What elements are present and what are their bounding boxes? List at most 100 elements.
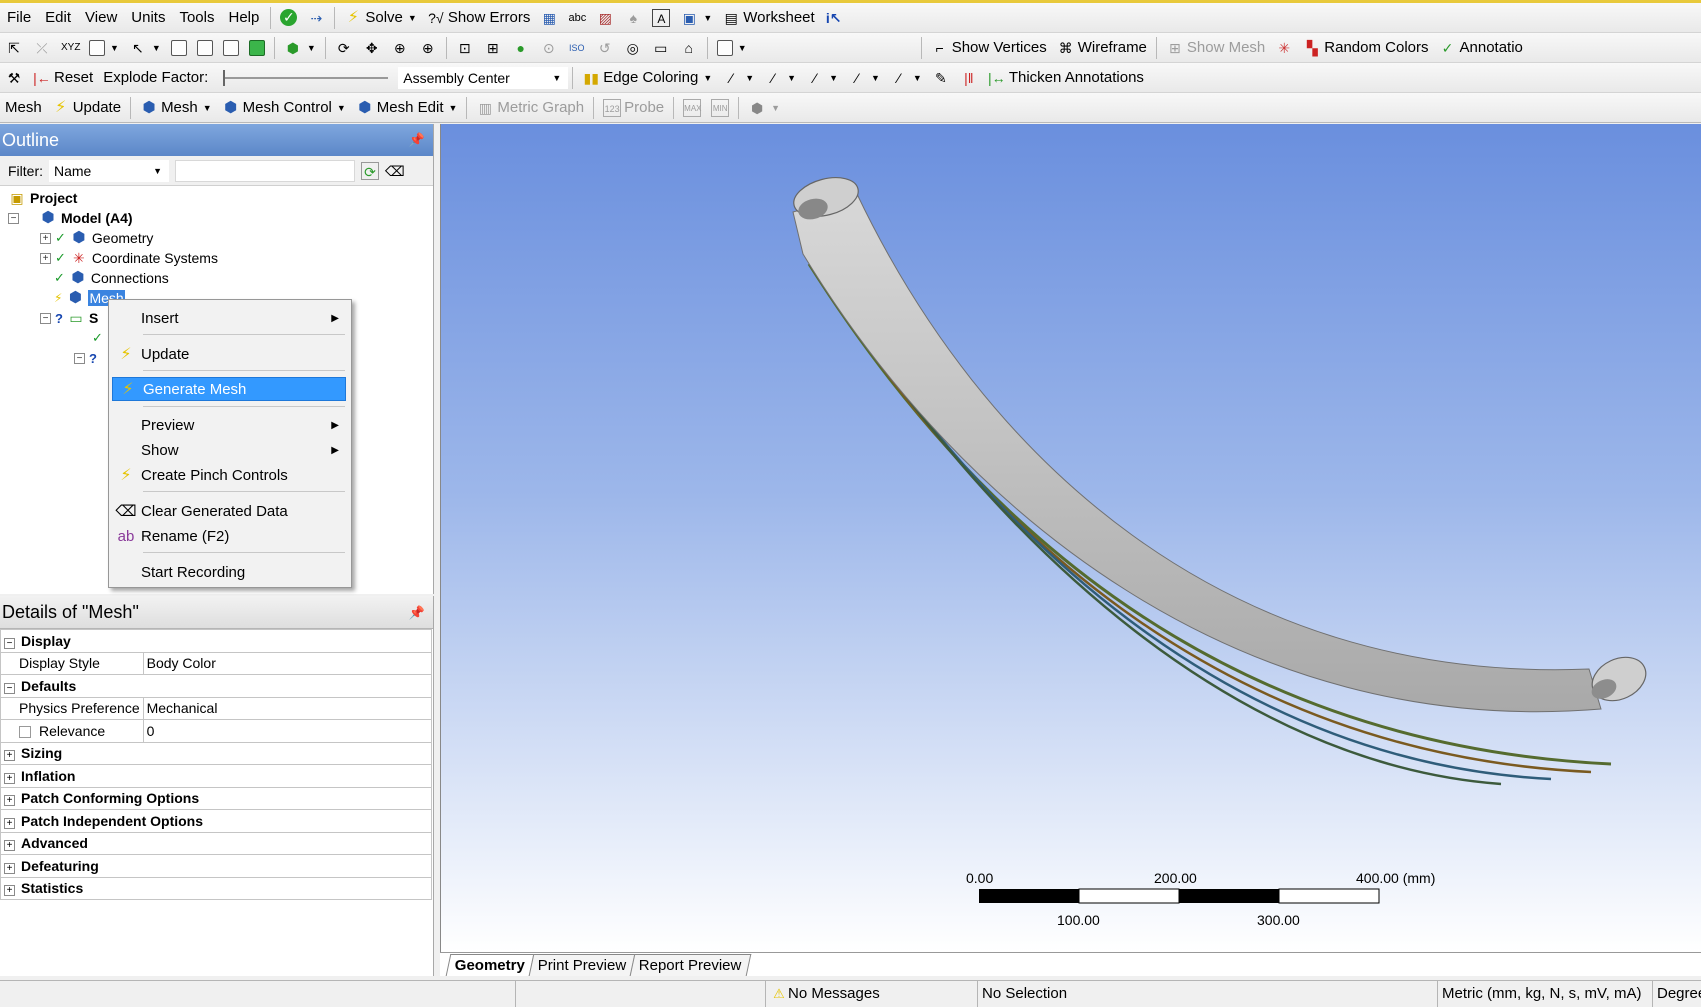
zoom-green-button[interactable]: ●	[507, 36, 535, 60]
dropdown-arrow-icon[interactable]: ▼	[738, 43, 747, 53]
prop-value[interactable]: 0	[142, 719, 433, 743]
zoom-fit-button[interactable]: ⊞	[479, 36, 507, 60]
pin-icon[interactable]: 📌	[409, 124, 425, 156]
magnifier-button[interactable]: ⊙	[535, 36, 563, 60]
dropdown-arrow-icon[interactable]: ▼	[703, 73, 712, 83]
tree-static-structural[interactable]: −? ▭ S	[40, 308, 98, 328]
menu-preview[interactable]: Preview ▶	[111, 413, 347, 437]
filter-select[interactable]: Name ▼	[49, 159, 169, 182]
menu-insert[interactable]: Insert ▶	[111, 306, 347, 330]
expand-icon[interactable]: +	[40, 252, 51, 264]
show-errors-button[interactable]: ?√ Show Errors	[422, 6, 536, 30]
coordinate-button[interactable]: XYZ	[56, 36, 84, 60]
prop-physics-preference[interactable]: Physics Preference Mechanical	[0, 696, 433, 720]
group-advanced[interactable]: + Advanced	[0, 831, 432, 855]
menu-units[interactable]: Units	[124, 9, 172, 26]
probe-button[interactable]: 123 Probe	[598, 96, 669, 120]
pin-icon[interactable]: 📌	[409, 596, 425, 629]
group-inflation[interactable]: + Inflation	[0, 764, 432, 788]
prop-value[interactable]: Body Color	[142, 651, 433, 675]
tree-geometry[interactable]: + ✓ ⬢ Geometry	[40, 228, 153, 248]
explode-factor-slider[interactable]	[223, 69, 389, 86]
tree-model[interactable]: − ⬢ Model (A4)	[8, 208, 133, 228]
group-display[interactable]: − Display	[0, 629, 432, 653]
group-statistics[interactable]: + Statistics	[0, 876, 432, 900]
metric-graph-button[interactable]: ▥ Metric Graph	[471, 96, 589, 120]
vertex-select-button[interactable]: ↖ ▼	[124, 36, 166, 60]
group-sizing[interactable]: + Sizing	[0, 741, 432, 765]
dropdown-arrow-icon[interactable]: ▼	[787, 73, 796, 83]
edge-style-x-button[interactable]: ⁄ ▼	[885, 66, 927, 90]
tree-coordinate-systems[interactable]: + ✓ ✳ Coordinate Systems	[40, 248, 218, 268]
face-select-button[interactable]	[192, 36, 218, 60]
expand-icon[interactable]: +	[4, 817, 15, 829]
tab-print-preview[interactable]: Print Preview	[528, 954, 636, 976]
select-type-button[interactable]: ▼	[84, 36, 124, 60]
prop-value[interactable]: Mechanical	[142, 696, 433, 720]
thicken-annotations-button[interactable]: |↔ Thicken Annotations	[983, 66, 1149, 90]
wireframe-button[interactable]: ⌘ Wireframe	[1052, 36, 1152, 60]
extend-button[interactable]: ⬢ ▼	[279, 36, 321, 60]
dropdown-arrow-icon[interactable]: ▼	[110, 43, 119, 53]
body-select-button[interactable]	[218, 36, 244, 60]
random-colors-button[interactable]: ▚ Random Colors	[1298, 36, 1433, 60]
expand-icon[interactable]: +	[40, 232, 51, 244]
text-button[interactable]: A	[647, 6, 675, 30]
group-defeaturing[interactable]: + Defeaturing	[0, 854, 432, 878]
zoom-button[interactable]: ⊕	[386, 36, 414, 60]
menu-update[interactable]: ⚡ Update	[111, 342, 347, 366]
status-units[interactable]: Metric (mm, kg, N, s, mV, mA)	[1437, 981, 1652, 1007]
menu-rename[interactable]: ab Rename (F2)	[111, 524, 347, 548]
edge-style-0-button[interactable]: ⁄ ▼	[717, 66, 759, 90]
menu-generate-mesh[interactable]: ⚡ Generate Mesh	[112, 377, 346, 401]
assembly-center-select[interactable]: Assembly Center ▼	[398, 66, 569, 89]
body-select-green-button[interactable]	[244, 36, 270, 60]
update-button[interactable]: ⚡ Update	[47, 96, 126, 120]
edge-style-1-button[interactable]: ⁄ ▼	[759, 66, 801, 90]
tree-connections[interactable]: ✓ ⬢ Connections	[54, 268, 169, 288]
mesh-edit-button[interactable]: ⬢ Mesh Edit ▼	[351, 96, 463, 120]
iso-button[interactable]: ISO	[563, 36, 591, 60]
point-button[interactable]: ⤫	[28, 36, 56, 60]
collapse-icon[interactable]: −	[74, 352, 85, 364]
dropdown-arrow-icon[interactable]: ▼	[745, 73, 754, 83]
show-mesh-button[interactable]: ⊞ Show Mesh	[1161, 36, 1270, 60]
clear-filter-icon[interactable]: ⌫	[385, 162, 405, 180]
select-mode-button[interactable]: ⇱	[0, 36, 28, 60]
mesh-control-button[interactable]: ⬢ Mesh Control ▼	[217, 96, 351, 120]
zoom-in-button[interactable]: ⊕	[414, 36, 442, 60]
mesh-display-button[interactable]: ⬢ ▼	[743, 96, 785, 120]
tree-project[interactable]: ▣ Project	[8, 188, 77, 208]
leaf-spring-model[interactable]	[441, 124, 1701, 952]
expand-icon[interactable]: +	[4, 772, 15, 784]
tree-analysis-settings[interactable]: ✓	[92, 328, 103, 348]
pan-button[interactable]: ✥	[358, 36, 386, 60]
prop-relevance[interactable]: Relevance 0	[0, 719, 433, 743]
edge-style-3-button[interactable]: ⁄ ▼	[843, 66, 885, 90]
images-button[interactable]: ♠	[619, 6, 647, 30]
menu-create-pinch-controls[interactable]: ⚡ Create Pinch Controls	[111, 463, 347, 487]
collapse-icon[interactable]: −	[4, 637, 15, 649]
section-button[interactable]: ▭	[647, 36, 675, 60]
menu-edit[interactable]: Edit	[38, 9, 78, 26]
dropdown-arrow-icon[interactable]: ▼	[408, 13, 417, 23]
group-patch-independent[interactable]: + Patch Independent Options	[0, 809, 432, 833]
image-capture-button[interactable]: ▣ ▼	[675, 6, 717, 30]
edge-style-2-button[interactable]: ⁄ ▼	[801, 66, 843, 90]
group-defaults[interactable]: − Defaults	[0, 674, 432, 698]
comment-button[interactable]: abc	[563, 6, 591, 30]
collapse-icon[interactable]: −	[40, 312, 51, 324]
max-button[interactable]: MAX	[678, 96, 706, 120]
dropdown-arrow-icon[interactable]: ▼	[307, 43, 316, 53]
dropdown-arrow-icon[interactable]: ▼	[152, 43, 161, 53]
info-button[interactable]: i↖	[820, 6, 848, 30]
mesh-menu-button[interactable]: ⬢ Mesh ▼	[135, 96, 217, 120]
menu-file[interactable]: File	[0, 9, 38, 26]
menu-help[interactable]: Help	[222, 9, 267, 26]
status-angle-units[interactable]: Degree	[1652, 981, 1701, 1007]
dropdown-arrow-icon[interactable]: ▼	[703, 13, 712, 23]
solve-button[interactable]: ⚡ Solve ▼	[339, 6, 421, 30]
refresh-icon[interactable]: ⟳	[361, 161, 379, 180]
expand-icon[interactable]: +	[4, 885, 15, 897]
edge-select-button[interactable]	[166, 36, 192, 60]
